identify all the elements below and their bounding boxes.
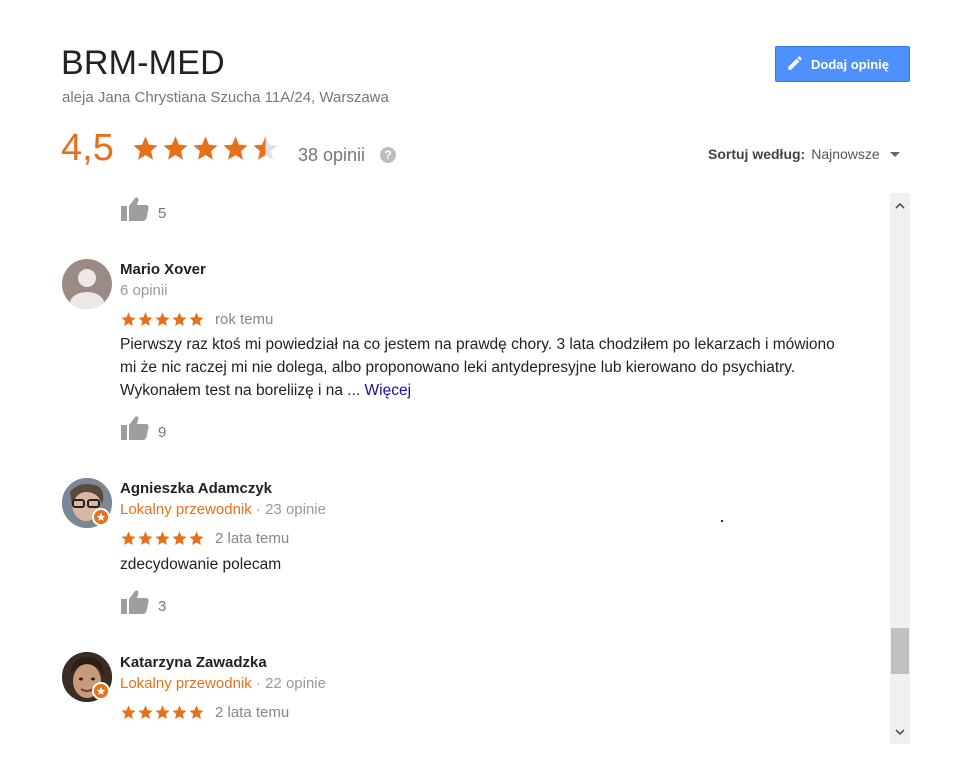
local-guide-label[interactable]: Lokalny przewodnik (120, 675, 252, 692)
meta-separator: · (251, 675, 266, 692)
like-count: 9 (158, 424, 167, 441)
half-star-icon (253, 136, 278, 160)
add-review-button[interactable]: Dodaj opinię (775, 46, 910, 82)
review-text: Pierwszy raz ktoś mi powiedział na co je… (120, 333, 840, 402)
rating-value: 4,5 (61, 127, 114, 169)
reviewer-meta: Lokalny przewodnik · 23 opinie (120, 501, 326, 518)
star-icon (121, 312, 136, 327)
star-icon (189, 705, 204, 720)
thumbs-up-icon (121, 416, 149, 440)
more-link[interactable]: Więcej (365, 382, 412, 399)
meta-separator: · (251, 501, 266, 518)
add-review-label: Dodaj opinię (811, 56, 889, 72)
place-address: aleja Jana Chrystiana Szucha 11A/24, War… (62, 89, 389, 106)
chevron-up-icon[interactable] (890, 195, 910, 215)
local-guide-badge-icon (92, 508, 110, 526)
reviews-scrollbar[interactable] (890, 193, 910, 744)
chevron-down-icon[interactable] (890, 722, 910, 742)
review-stars (120, 311, 205, 328)
scrollbar-thumb[interactable] (891, 628, 909, 674)
star-icon (138, 531, 153, 546)
reviewer-review-count: 22 opinie (265, 675, 326, 692)
review-rating: 2 lata temu (120, 530, 289, 547)
sort-value[interactable]: Najnowsze (811, 146, 879, 162)
place-title: BRM-MED (61, 44, 225, 82)
review-time: rok temu (215, 311, 274, 328)
artifact-dot (721, 520, 723, 522)
reviewer-name[interactable]: Mario Xover (120, 261, 206, 278)
review-text: zdecydowanie polecam (120, 556, 282, 573)
thumbs-up-icon (121, 590, 149, 614)
like-button[interactable]: 9 (120, 415, 166, 441)
star-icon (155, 705, 170, 720)
star-icon (223, 136, 248, 160)
thumbs-up-icon (121, 197, 149, 221)
reviewer-name[interactable]: Agnieszka Adamczyk (120, 480, 272, 497)
star-icon (133, 136, 158, 160)
star-icon (172, 705, 187, 720)
sort-label: Sortuj według: (708, 146, 806, 162)
review-rating: rok temu (120, 311, 273, 328)
reviewer-name[interactable]: Katarzyna Zawadzka (120, 654, 267, 671)
star-icon (189, 531, 204, 546)
star-icon (163, 136, 188, 160)
reviewer-meta: Lokalny przewodnik · 22 opinie (120, 675, 326, 692)
pencil-icon (786, 54, 804, 75)
reviewer-review-count: 23 opinie (265, 501, 326, 518)
star-icon (189, 312, 204, 327)
like-count: 3 (158, 598, 167, 615)
review-stars (120, 530, 205, 547)
review-text-body: Pierwszy raz ktoś mi powiedział na co je… (120, 336, 835, 399)
review-rating: 2 lata temu (120, 704, 289, 721)
star-icon (155, 531, 170, 546)
review-count: 38 opinii (298, 145, 366, 165)
star-icon (193, 136, 218, 160)
like-button[interactable]: 5 (120, 196, 166, 222)
star-icon (172, 312, 187, 327)
sort-control[interactable]: Sortuj według: Najnowsze (708, 146, 900, 162)
rating-stars (131, 134, 280, 163)
star-icon (172, 531, 187, 546)
star-icon (121, 705, 136, 720)
star-icon (138, 312, 153, 327)
local-guide-label[interactable]: Lokalny przewodnik (120, 501, 252, 518)
like-count: 5 (158, 205, 167, 222)
avatar[interactable] (62, 259, 112, 309)
star-icon (138, 705, 153, 720)
star-icon (121, 531, 136, 546)
help-icon[interactable]: ? (380, 147, 396, 163)
local-guide-badge-icon (92, 682, 110, 700)
review-time: 2 lata temu (215, 530, 290, 547)
star-icon (155, 312, 170, 327)
caret-down-icon[interactable] (889, 151, 900, 157)
reviewer-meta: 6 opinii (120, 282, 168, 299)
default-avatar-icon (70, 269, 104, 309)
review-stars (120, 704, 205, 721)
like-button[interactable]: 3 (120, 589, 166, 615)
review-time: 2 lata temu (215, 704, 290, 721)
